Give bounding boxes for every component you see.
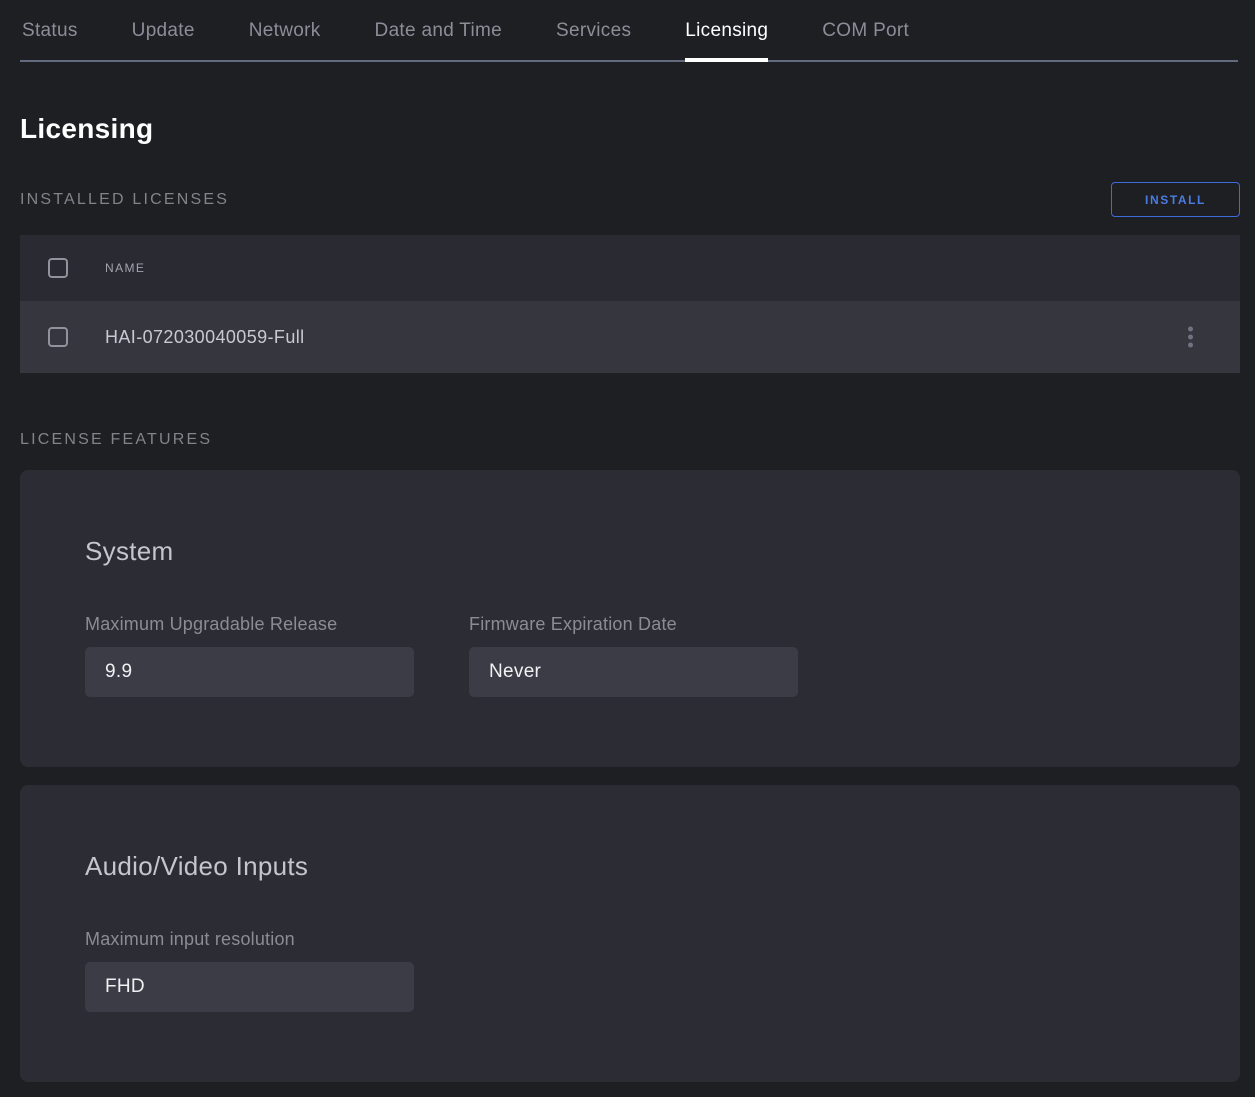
max-input-resolution-field: Maximum input resolution FHD — [85, 929, 414, 1012]
tab-licensing[interactable]: Licensing — [685, 20, 768, 60]
audio-video-fields: Maximum input resolution FHD — [85, 929, 1175, 1012]
tab-date-and-time[interactable]: Date and Time — [375, 20, 502, 60]
kebab-vertical-icon[interactable] — [1184, 323, 1197, 352]
licensing-page: Licensing INSTALLED LICENSES INSTALL NAM… — [0, 113, 1255, 1082]
max-input-resolution-label: Maximum input resolution — [85, 929, 414, 950]
settings-tab-bar: Status Update Network Date and Time Serv… — [20, 0, 1238, 62]
page-title: Licensing — [20, 113, 1240, 145]
name-column-header: NAME — [105, 261, 145, 275]
tab-services[interactable]: Services — [556, 20, 631, 60]
tab-status[interactable]: Status — [22, 20, 78, 60]
installed-licenses-header: INSTALLED LICENSES INSTALL — [20, 182, 1240, 217]
tab-com-port[interactable]: COM Port — [822, 20, 909, 60]
licenses-table-header: NAME — [20, 235, 1240, 301]
row-checkbox[interactable] — [48, 327, 68, 347]
max-upgradable-release-value: 9.9 — [85, 647, 414, 697]
system-card-title: System — [85, 536, 1175, 566]
audio-video-card-title: Audio/Video Inputs — [85, 851, 1175, 881]
max-input-resolution-value: FHD — [85, 962, 414, 1012]
audio-video-inputs-card: Audio/Video Inputs Maximum input resolut… — [20, 785, 1240, 1082]
firmware-expiration-value: Never — [469, 647, 798, 697]
kebab-dot — [1188, 343, 1193, 348]
max-upgradable-release-label: Maximum Upgradable Release — [85, 614, 414, 635]
tab-update[interactable]: Update — [132, 20, 195, 60]
system-features-card: System Maximum Upgradable Release 9.9 Fi… — [20, 470, 1240, 767]
install-button[interactable]: INSTALL — [1111, 182, 1240, 217]
license-name: HAI-072030040059-Full — [105, 327, 305, 348]
system-fields: Maximum Upgradable Release 9.9 Firmware … — [85, 614, 1175, 697]
firmware-expiration-field: Firmware Expiration Date Never — [469, 614, 798, 697]
license-table-row: HAI-072030040059-Full — [20, 301, 1240, 373]
kebab-dot — [1188, 335, 1193, 340]
installed-licenses-label: INSTALLED LICENSES — [20, 191, 229, 209]
firmware-expiration-label: Firmware Expiration Date — [469, 614, 798, 635]
licenses-table: NAME HAI-072030040059-Full — [20, 235, 1240, 373]
max-upgradable-release-field: Maximum Upgradable Release 9.9 — [85, 614, 414, 697]
tab-network[interactable]: Network — [249, 20, 321, 60]
kebab-dot — [1188, 327, 1193, 332]
select-all-checkbox[interactable] — [48, 258, 68, 278]
license-features-label: LICENSE FEATURES — [20, 431, 1240, 449]
